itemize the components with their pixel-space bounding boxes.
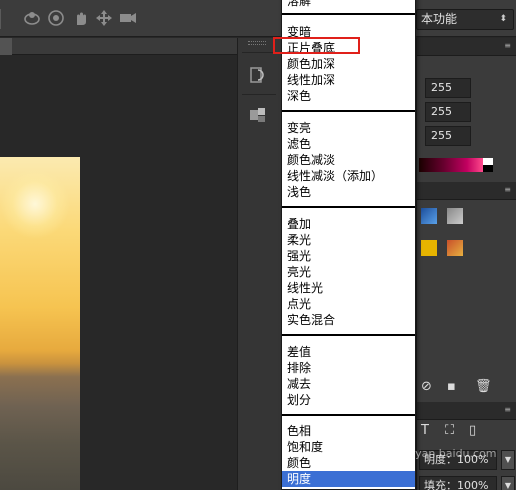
menu-item-luminosity[interactable]: 明度: [282, 471, 415, 487]
menu-separator: [282, 13, 415, 15]
chevron-down-icon: ⬍: [499, 14, 507, 24]
panel-menu-icon[interactable]: ≡: [504, 41, 511, 50]
lock-icon[interactable]: ▯: [469, 423, 476, 438]
color-value-g[interactable]: 255: [425, 102, 471, 122]
menu-item-linear-light[interactable]: 线性光: [287, 280, 412, 296]
menu-separator: [282, 206, 415, 208]
menu-separator: [282, 110, 415, 112]
menu-item-difference[interactable]: 差值: [287, 344, 412, 360]
style-swatch-icon[interactable]: [421, 208, 437, 224]
3d-scale-video-icon[interactable]: [118, 8, 138, 28]
menu-item-darker-color[interactable]: 深色: [287, 88, 412, 104]
menu-item-hue[interactable]: 色相: [287, 423, 412, 439]
3d-roll-icon[interactable]: [46, 8, 66, 28]
menu-item-hard-mix[interactable]: 实色混合: [287, 312, 412, 328]
toolbar-separator: [0, 9, 1, 29]
color-value-row: 255: [425, 102, 511, 122]
3d-pan-icon[interactable]: [70, 8, 90, 28]
panel-icon-column: [237, 38, 281, 490]
menu-item-vivid-light[interactable]: 亮光: [287, 264, 412, 280]
style-swatch-icon[interactable]: [447, 240, 463, 256]
no-style-icon[interactable]: ⊘: [421, 379, 432, 394]
fill-dropdown-button[interactable]: ▼: [501, 476, 515, 490]
menu-item-color-dodge[interactable]: 颜色减淡: [287, 152, 412, 168]
3d-slide-icon[interactable]: [94, 8, 114, 28]
menu-item-exclusion[interactable]: 排除: [287, 360, 412, 376]
fill-label: 填充：: [424, 479, 457, 490]
divider: [242, 94, 276, 95]
panel-menu-icon[interactable]: ≡: [504, 185, 511, 194]
canvas-image-sunset[interactable]: [0, 157, 80, 490]
color-value-row: 255: [425, 78, 511, 98]
menu-item-lighten[interactable]: 变亮: [287, 120, 412, 136]
panel-menu-icon[interactable]: ≡: [504, 405, 511, 414]
menu-item-hard-light[interactable]: 强光: [287, 248, 412, 264]
menu-item-linear-dodge[interactable]: 线性减淡（添加）: [287, 168, 412, 184]
menu-item-lighter-color[interactable]: 浅色: [287, 184, 412, 200]
menu-item-dissolve[interactable]: 溶解: [287, 0, 412, 9]
divider: [242, 52, 276, 53]
blend-mode-menu: 溶解 变暗 正片叠底 颜色加深 线性加深 深色 变亮 滤色 颜色减淡 线性减淡（…: [281, 0, 416, 490]
workspace-label: 本功能: [421, 12, 458, 26]
sun-glow: [0, 169, 70, 239]
menu-item-color-burn[interactable]: 颜色加深: [287, 56, 412, 72]
workspace-dropdown[interactable]: 本功能 ⬍: [416, 9, 514, 30]
menu-item-linear-burn[interactable]: 线性加深: [287, 72, 412, 88]
annotation-highlight-box: [273, 37, 360, 54]
opacity-dropdown-button[interactable]: ▼: [501, 450, 515, 470]
document-tab-bar: [0, 38, 237, 55]
panel-header: ≡: [417, 402, 516, 420]
panel-footer-buttons: ⊘ ▪ 🗑: [417, 378, 516, 398]
style-swatch-icon[interactable]: [421, 240, 437, 256]
right-panels: ≡ 255 255 255 ≡ ⊘ ▪ 🗑 ≡ T ⛶ ▯ 明度：100% ▼ …: [416, 38, 516, 490]
menu-item-overlay[interactable]: 叠加: [287, 216, 412, 232]
options-bar: 本功能 ⬍: [0, 0, 516, 37]
trash-icon[interactable]: 🗑: [475, 379, 492, 394]
color-value-b[interactable]: 255: [425, 126, 471, 146]
menu-item-soft-light[interactable]: 柔光: [287, 232, 412, 248]
menu-separator: [282, 334, 415, 336]
fill-field[interactable]: 填充：100%: [419, 476, 497, 490]
color-ramp-black[interactable]: [483, 165, 493, 172]
panel-header: ≡: [417, 182, 516, 200]
panel-header: ≡: [417, 38, 516, 56]
panel-grip-icon[interactable]: [248, 41, 266, 45]
style-swatch-icon[interactable]: [447, 208, 463, 224]
history-icon[interactable]: [238, 56, 282, 96]
transform-icon[interactable]: ⛶: [445, 423, 454, 438]
3d-rotate-icon[interactable]: [22, 8, 42, 28]
document-area: [0, 38, 237, 490]
layer-tool-row: T ⛶ ▯: [417, 422, 516, 442]
color-value-row: 255: [425, 126, 511, 146]
new-style-icon[interactable]: ▪: [447, 379, 456, 394]
text-layer-icon[interactable]: T: [421, 423, 429, 438]
menu-item-divide[interactable]: 划分: [287, 392, 412, 408]
menu-item-screen[interactable]: 滤色: [287, 136, 412, 152]
properties-icon[interactable]: [238, 96, 282, 136]
menu-item-subtract[interactable]: 减去: [287, 376, 412, 392]
color-value-r[interactable]: 255: [425, 78, 471, 98]
document-tab[interactable]: [0, 38, 12, 55]
watermark-text: jingyan.baidu.com: [395, 447, 497, 460]
color-ramp[interactable]: [419, 158, 483, 172]
menu-item-pin-light[interactable]: 点光: [287, 296, 412, 312]
fill-value: 100%: [457, 479, 489, 490]
menu-separator: [282, 414, 415, 416]
